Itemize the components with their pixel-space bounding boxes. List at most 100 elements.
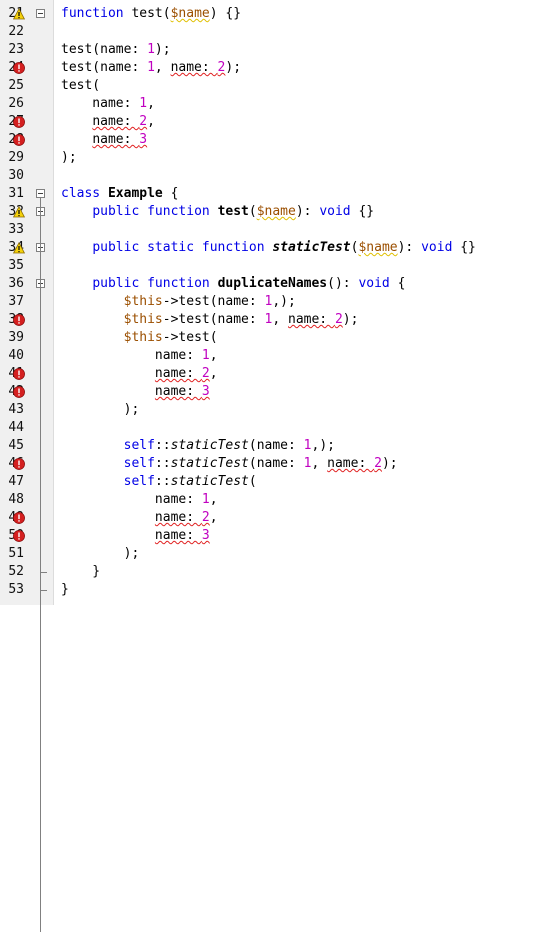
error-icon[interactable] xyxy=(13,530,25,542)
code-text[interactable]: self::staticTest( xyxy=(61,473,257,491)
code-token: 1 xyxy=(303,456,312,471)
code-text[interactable]: name: 1, xyxy=(61,95,155,113)
code-line[interactable]: 35 xyxy=(0,257,554,275)
code-text[interactable]: } xyxy=(61,563,100,581)
code-text[interactable]: $this->test( xyxy=(61,329,218,347)
line-number: 35 xyxy=(8,258,24,273)
code-text[interactable]: ); xyxy=(61,149,77,167)
code-text[interactable]: function test($name) {} xyxy=(61,5,241,23)
code-line[interactable]: 29); xyxy=(0,149,554,167)
code-line[interactable]: 39 $this->test( xyxy=(0,329,554,347)
error-icon[interactable] xyxy=(13,116,25,128)
line-number: 37 xyxy=(8,294,24,309)
code-text[interactable]: test(name: 1, name: 2); xyxy=(61,59,241,77)
code-text[interactable]: public static function staticTest($name)… xyxy=(61,239,476,257)
fold-toggle-icon[interactable] xyxy=(36,189,45,198)
code-token: self xyxy=(123,456,155,471)
code-line[interactable]: 32 public function test($name): void {} xyxy=(0,203,554,221)
code-line[interactable]: 41 name: 2, xyxy=(0,365,554,383)
code-token: , xyxy=(311,456,328,471)
code-text[interactable]: class Example { xyxy=(61,185,178,203)
code-line[interactable]: 40 name: 1, xyxy=(0,347,554,365)
code-text[interactable]: name: 3 xyxy=(61,131,147,149)
line-number: 25 xyxy=(8,78,24,93)
code-line[interactable]: 44 xyxy=(0,419,554,437)
error-icon[interactable] xyxy=(13,386,25,398)
error-icon[interactable] xyxy=(13,62,25,74)
code-text[interactable]: name: 1, xyxy=(61,491,218,509)
error-icon[interactable] xyxy=(13,314,25,326)
code-editor[interactable]: 20 21function test($name) {}2223test(nam… xyxy=(0,0,554,932)
code-token: , xyxy=(147,114,155,129)
error-icon[interactable] xyxy=(13,134,25,146)
error-icon[interactable] xyxy=(13,368,25,380)
code-text[interactable]: name: 2, xyxy=(61,113,155,131)
code-line[interactable]: 22 xyxy=(0,23,554,41)
warning-icon[interactable] xyxy=(13,8,25,20)
code-token: name: xyxy=(61,96,140,111)
code-line[interactable]: 38 $this->test(name: 1, name: 2); xyxy=(0,311,554,329)
code-line[interactable]: 50 name: 3 xyxy=(0,527,554,545)
code-token: ( xyxy=(248,204,257,219)
code-token: test(name: xyxy=(61,60,148,75)
code-line[interactable]: 28 name: 3 xyxy=(0,131,554,149)
code-text[interactable]: self::staticTest(name: 1, name: 2); xyxy=(61,455,398,473)
code-token: public xyxy=(92,204,140,219)
code-line[interactable]: 36 public function duplicateNames(): voi… xyxy=(0,275,554,293)
code-text[interactable]: ); xyxy=(61,545,140,563)
code-line[interactable]: 30 xyxy=(0,167,554,185)
code-text[interactable]: test( xyxy=(61,77,100,95)
code-text[interactable]: ); xyxy=(61,401,140,419)
code-line[interactable]: 48 name: 1, xyxy=(0,491,554,509)
code-line[interactable]: 52 } xyxy=(0,563,554,581)
code-line[interactable]: 37 $this->test(name: 1,); xyxy=(0,293,554,311)
code-text[interactable]: name: 2, xyxy=(61,509,218,527)
code-text[interactable]: $this->test(name: 1,); xyxy=(61,293,296,311)
code-line[interactable]: 26 name: 1, xyxy=(0,95,554,113)
code-line[interactable]: 47 self::staticTest( xyxy=(0,473,554,491)
code-text[interactable]: $this->test(name: 1, name: 2); xyxy=(61,311,359,329)
warning-icon[interactable] xyxy=(13,242,25,254)
code-text[interactable]: name: 3 xyxy=(61,383,210,401)
code-line[interactable]: 49 name: 2, xyxy=(0,509,554,527)
duplicate-name-error-token: name: xyxy=(327,456,375,471)
code-line[interactable]: 34 public static function staticTest($na… xyxy=(0,239,554,257)
code-line[interactable]: 51 ); xyxy=(0,545,554,563)
code-text[interactable]: } xyxy=(61,581,69,599)
code-token: duplicateNames xyxy=(217,276,328,291)
code-line[interactable]: 53} xyxy=(0,581,554,599)
code-text[interactable]: test(name: 1); xyxy=(61,41,171,59)
code-line[interactable]: 25 test( xyxy=(0,77,554,95)
code-line[interactable]: 23 test(name: 1); xyxy=(0,41,554,59)
code-line[interactable]: 33 xyxy=(0,221,554,239)
fold-toggle-icon[interactable] xyxy=(36,9,45,18)
code-line[interactable]: 24test(name: 1, name: 2); xyxy=(0,59,554,77)
warning-icon[interactable] xyxy=(13,206,25,218)
line-number: 51 xyxy=(8,546,24,561)
code-line[interactable]: 45 self::staticTest(name: 1,); xyxy=(0,437,554,455)
code-token: , xyxy=(209,348,218,363)
code-token: test(name: xyxy=(61,42,148,57)
code-text[interactable]: name: 2, xyxy=(61,365,218,383)
code-token: ); xyxy=(61,546,140,561)
code-line[interactable]: 31 class Example { xyxy=(0,185,554,203)
code-text[interactable]: public function test($name): void {} xyxy=(61,203,374,221)
code-line[interactable]: 42 name: 3 xyxy=(0,383,554,401)
code-text[interactable]: name: 1, xyxy=(61,347,218,365)
code-text[interactable]: name: 3 xyxy=(61,527,210,545)
code-line[interactable]: 21function test($name) {} xyxy=(0,5,554,23)
code-line[interactable]: 46 self::staticTest(name: 1, name: 2); xyxy=(0,455,554,473)
code-token: void xyxy=(358,276,390,291)
code-text[interactable]: public function duplicateNames(): void { xyxy=(61,275,405,293)
code-text[interactable]: self::staticTest(name: 1,); xyxy=(61,437,335,455)
line-number: 31 xyxy=(8,186,24,201)
code-token: 1 xyxy=(147,42,155,57)
error-icon[interactable] xyxy=(13,458,25,470)
error-icon[interactable] xyxy=(13,512,25,524)
code-line[interactable]: 43 ); xyxy=(0,401,554,419)
code-line[interactable]: 27 name: 2, xyxy=(0,113,554,131)
